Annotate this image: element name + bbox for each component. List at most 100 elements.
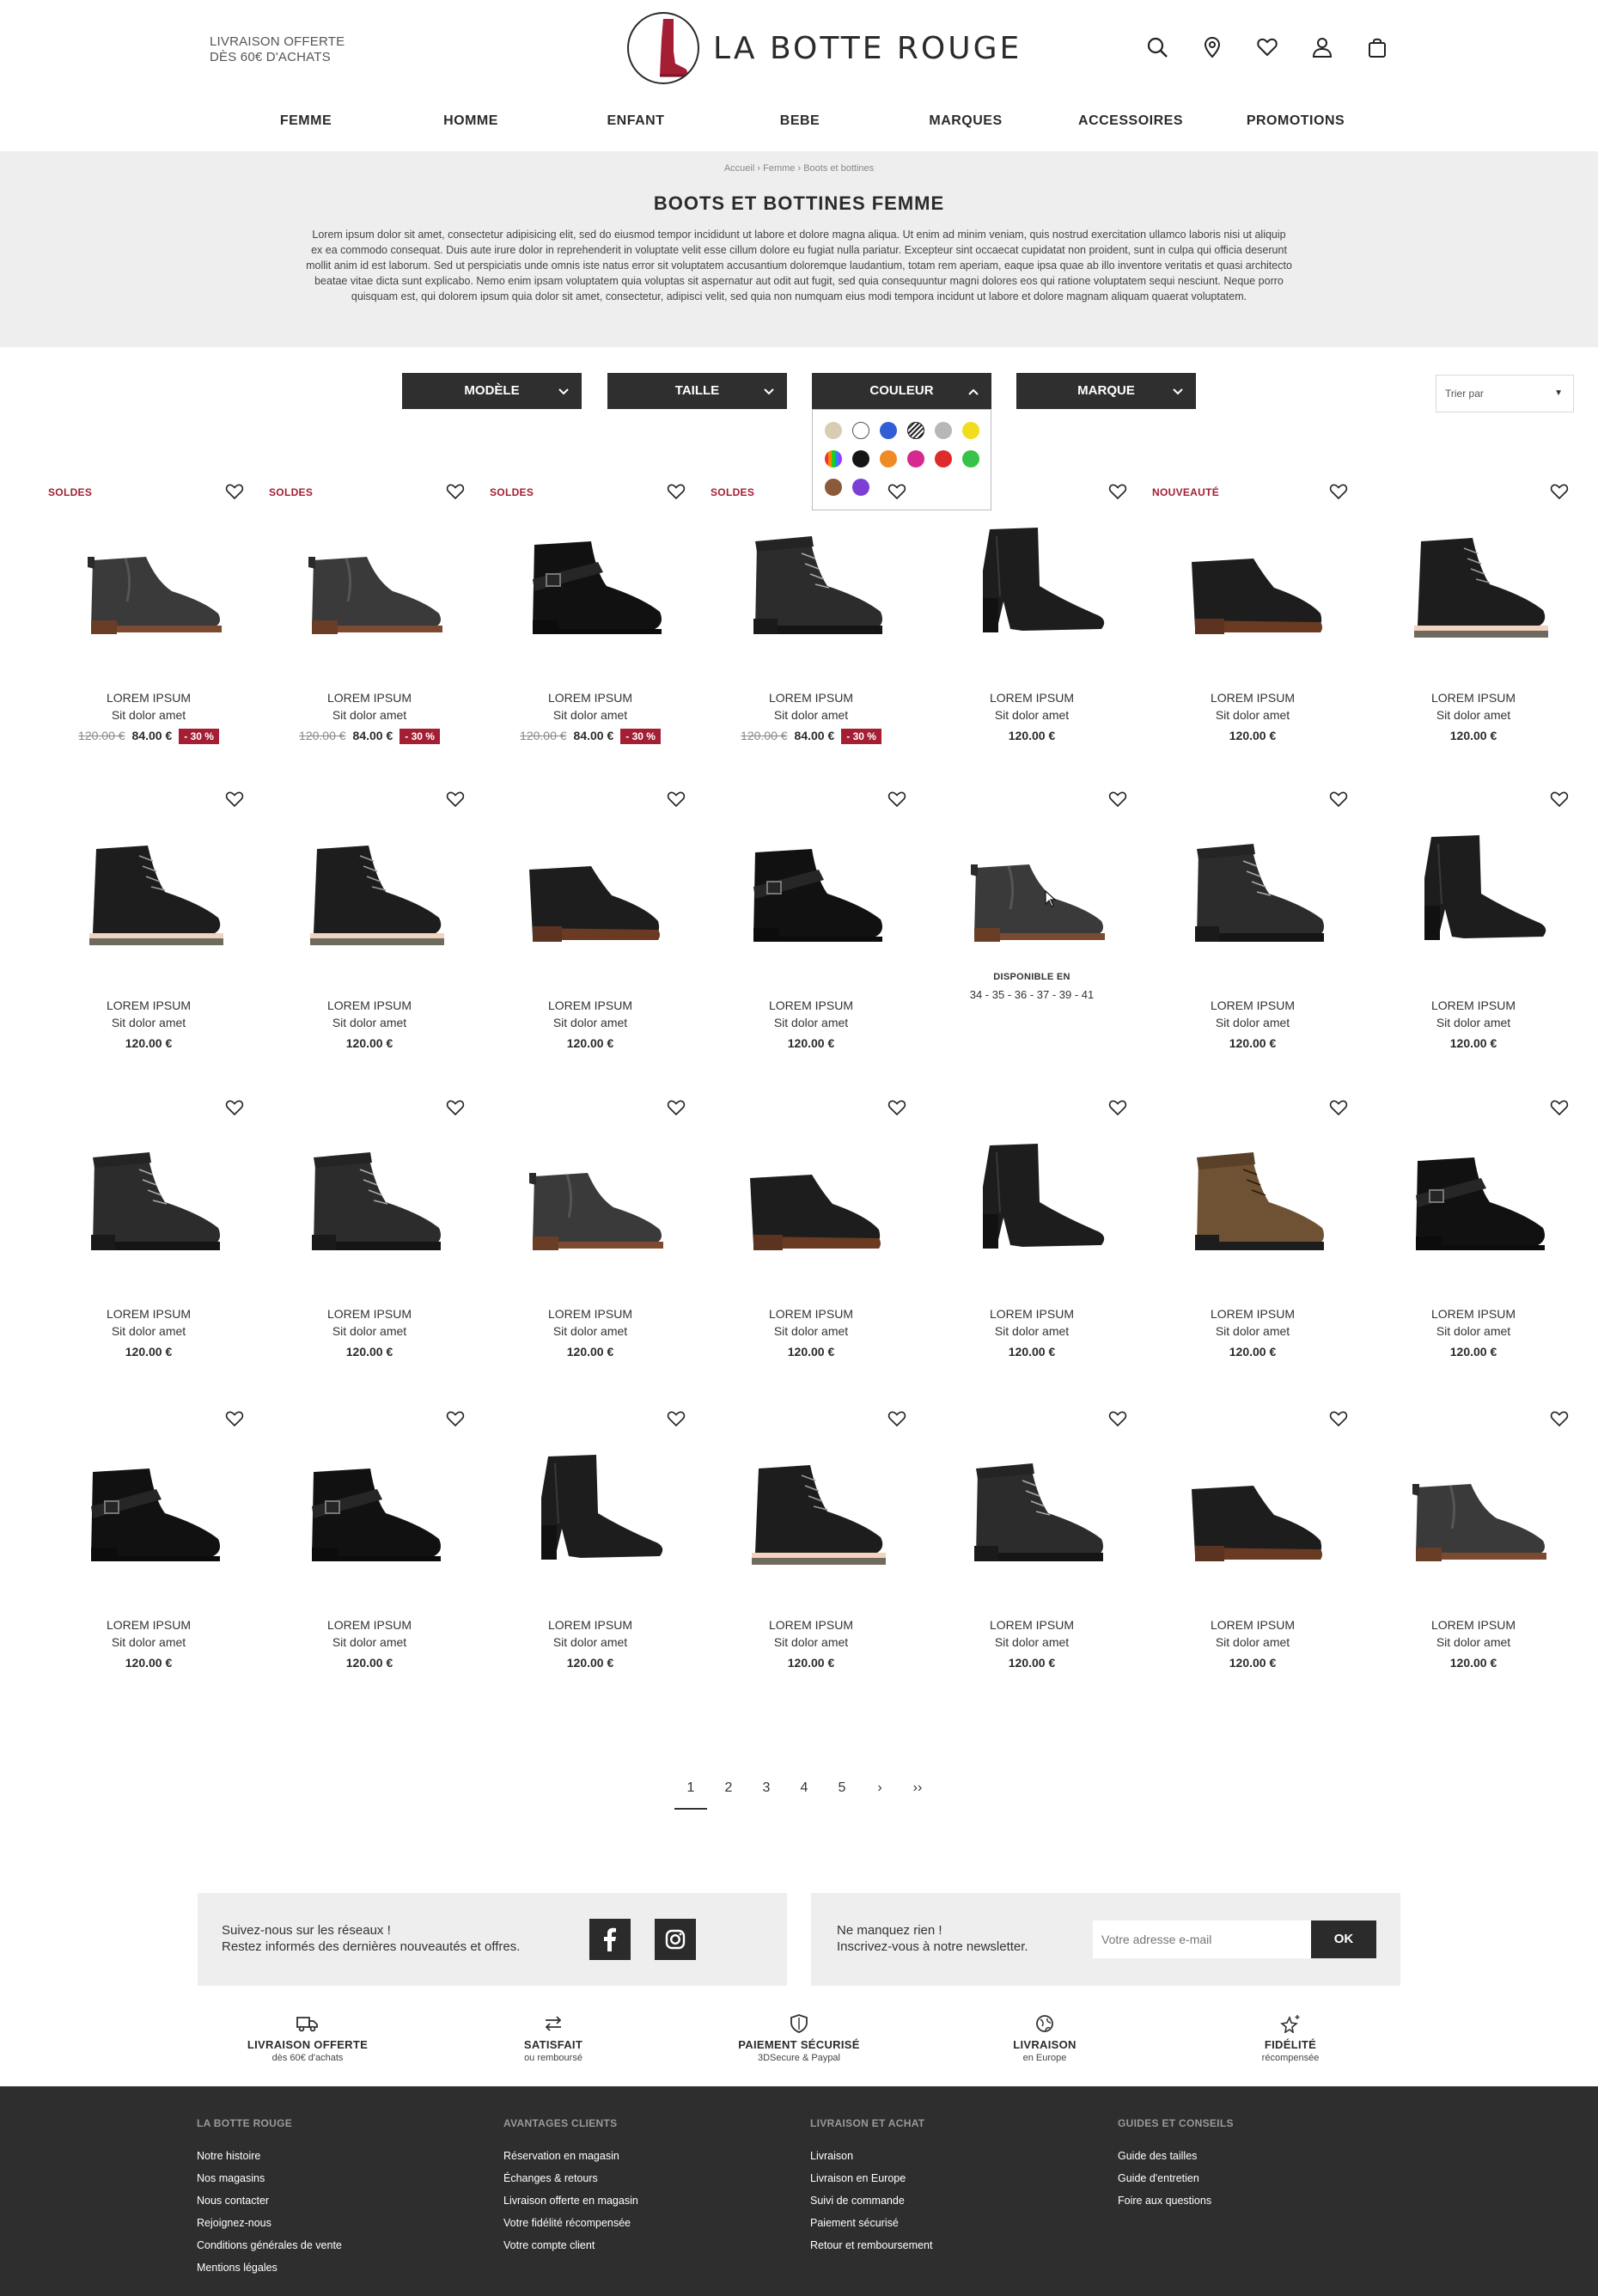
product-card[interactable]: LOREM IPSUM Sit dolor amet 120.00 € xyxy=(1366,483,1581,770)
product-image[interactable] xyxy=(936,519,1122,656)
wishlist-heart-icon[interactable] xyxy=(1329,1099,1348,1116)
wishlist-heart-icon[interactable] xyxy=(887,791,906,808)
footer-link[interactable]: Retour et remboursement xyxy=(810,2239,932,2262)
product-image[interactable] xyxy=(1157,1446,1343,1584)
wishlist-heart-icon[interactable] xyxy=(667,791,686,808)
product-card[interactable]: LOREM IPSUM Sit dolor amet 120.00 € xyxy=(704,791,918,1078)
color-swatch[interactable] xyxy=(907,422,924,439)
page-5[interactable]: 5 xyxy=(839,1780,846,1796)
wishlist-heart-icon[interactable] xyxy=(1108,1410,1127,1427)
footer-link[interactable]: Rejoignez-nous xyxy=(197,2217,342,2239)
product-card[interactable]: LOREM IPSUM Sit dolor amet 120.00 € xyxy=(41,1100,256,1386)
product-card[interactable]: LOREM IPSUM Sit dolor amet 120.00 € xyxy=(41,791,256,1078)
product-image[interactable] xyxy=(936,827,1122,964)
breadcrumb-home[interactable]: Accueil xyxy=(724,163,754,174)
product-card[interactable]: LOREM IPSUM Sit dolor amet 120.00 € xyxy=(41,1411,256,1697)
product-card[interactable]: LOREM IPSUM Sit dolor amet 120.00 € xyxy=(262,1411,477,1697)
newsletter-submit-button[interactable]: OK xyxy=(1311,1920,1376,1958)
footer-link[interactable]: Votre compte client xyxy=(503,2239,638,2262)
product-card[interactable]: LOREM IPSUM Sit dolor amet 120.00 € xyxy=(262,1100,477,1386)
wishlist-heart-icon[interactable] xyxy=(1108,483,1127,500)
search-icon[interactable] xyxy=(1146,36,1168,58)
product-card[interactable]: DISPONIBLE EN 34 - 35 - 36 - 37 - 39 - 41 xyxy=(924,791,1139,1078)
product-image[interactable] xyxy=(1157,827,1343,964)
wishlist-heart-icon[interactable] xyxy=(887,1099,906,1116)
breadcrumb-femme[interactable]: Femme xyxy=(763,163,795,174)
nav-promotions[interactable]: PROMOTIONS xyxy=(1247,113,1345,129)
product-image[interactable] xyxy=(495,1135,680,1273)
color-swatch[interactable] xyxy=(880,450,897,467)
footer-link[interactable]: Livraison xyxy=(810,2150,932,2172)
wishlist-heart-icon[interactable] xyxy=(225,791,244,808)
wishlist-heart-icon[interactable] xyxy=(1329,1410,1348,1427)
wishlist-heart-icon[interactable] xyxy=(1329,791,1348,808)
nav-marques[interactable]: MARQUES xyxy=(929,113,1002,129)
last-page-button[interactable]: ›› xyxy=(913,1780,923,1796)
product-image[interactable] xyxy=(274,519,460,656)
product-image[interactable] xyxy=(1378,519,1564,656)
product-image[interactable] xyxy=(274,1135,460,1273)
instagram-button[interactable] xyxy=(655,1919,696,1960)
nav-accessoires[interactable]: ACCESSOIRES xyxy=(1078,113,1183,129)
product-card[interactable]: LOREM IPSUM Sit dolor amet 120.00 € xyxy=(924,1100,1139,1386)
product-image[interactable] xyxy=(1157,519,1343,656)
footer-link[interactable]: Livraison en Europe xyxy=(810,2172,932,2195)
product-card[interactable]: LOREM IPSUM Sit dolor amet 120.00 € xyxy=(483,1099,698,1386)
page-3[interactable]: 3 xyxy=(763,1780,771,1796)
wishlist-heart-icon[interactable] xyxy=(1550,1099,1569,1116)
product-card[interactable]: LOREM IPSUM Sit dolor amet 120.00 € xyxy=(1366,1099,1581,1386)
color-swatch[interactable] xyxy=(880,422,897,439)
product-image[interactable] xyxy=(1157,1135,1343,1273)
wishlist-heart-icon[interactable] xyxy=(1550,483,1569,500)
page-4[interactable]: 4 xyxy=(801,1780,808,1796)
footer-link[interactable]: Paiement sécurisé xyxy=(810,2217,932,2239)
product-image[interactable] xyxy=(53,1446,239,1584)
product-image[interactable] xyxy=(495,1446,680,1584)
wishlist-heart-icon[interactable] xyxy=(667,1099,686,1116)
wishlist-heart-icon[interactable] xyxy=(1550,1410,1569,1427)
product-card[interactable]: SOLDES LOREM IPSUM Sit dolor amet 120.00 €… xyxy=(704,484,918,770)
facebook-button[interactable] xyxy=(589,1919,631,1960)
product-card[interactable]: LOREM IPSUM Sit dolor amet 120.00 € xyxy=(1145,791,1360,1078)
product-image[interactable] xyxy=(1378,827,1564,964)
location-pin-icon[interactable] xyxy=(1201,36,1223,58)
color-swatch[interactable] xyxy=(907,450,924,467)
footer-link[interactable]: Échanges & retours xyxy=(503,2172,638,2195)
product-image[interactable] xyxy=(53,519,239,656)
wishlist-heart-icon[interactable] xyxy=(225,1410,244,1427)
product-card[interactable]: LOREM IPSUM Sit dolor amet 120.00 € xyxy=(1366,791,1581,1078)
footer-link[interactable]: Notre histoire xyxy=(197,2150,342,2172)
color-swatch[interactable] xyxy=(962,422,979,439)
product-image[interactable] xyxy=(716,827,901,964)
filter-model-dropdown[interactable]: MODÈLE xyxy=(402,373,582,409)
product-card[interactable]: LOREM IPSUM Sit dolor amet 120.00 € xyxy=(1366,1411,1581,1697)
wishlist-heart-icon[interactable] xyxy=(446,1410,465,1427)
wishlist-heart-icon[interactable] xyxy=(667,1410,686,1427)
filter-size-dropdown[interactable]: TAILLE xyxy=(607,373,787,409)
footer-link[interactable]: Suivi de commande xyxy=(810,2195,932,2217)
filter-color-dropdown[interactable]: COULEUR xyxy=(812,373,991,409)
footer-link[interactable]: Livraison offerte en magasin xyxy=(503,2195,638,2217)
footer-link[interactable]: Conditions générales de vente xyxy=(197,2239,342,2262)
product-image[interactable] xyxy=(716,519,901,656)
footer-link[interactable]: Votre fidélité récompensée xyxy=(503,2217,638,2239)
product-image[interactable] xyxy=(936,1135,1122,1273)
product-card[interactable]: LOREM IPSUM Sit dolor amet 120.00 € xyxy=(262,791,477,1078)
filter-brand-dropdown[interactable]: MARQUE xyxy=(1016,373,1196,409)
product-image[interactable] xyxy=(495,519,680,656)
product-image[interactable] xyxy=(53,1135,239,1273)
site-logo[interactable]: LA BOTTE ROUGE xyxy=(627,12,1022,84)
product-card[interactable]: LOREM IPSUM Sit dolor amet 120.00 € xyxy=(924,1411,1139,1697)
product-card[interactable]: SOLDES LOREM IPSUM Sit dolor amet 120.00 €… xyxy=(483,483,698,770)
product-image[interactable] xyxy=(1378,1135,1564,1273)
product-card[interactable]: LOREM IPSUM Sit dolor amet 120.00 € xyxy=(1145,1099,1360,1386)
wishlist-heart-icon[interactable] xyxy=(1550,791,1569,808)
product-image[interactable] xyxy=(716,1446,901,1584)
wishlist-heart-icon[interactable] xyxy=(667,483,686,500)
product-image[interactable] xyxy=(274,1446,460,1584)
color-swatch[interactable] xyxy=(935,422,952,439)
footer-link[interactable]: Réservation en magasin xyxy=(503,2150,638,2172)
footer-link[interactable]: Nos magasins xyxy=(197,2172,342,2195)
newsletter-email-input[interactable] xyxy=(1093,1920,1311,1958)
product-image[interactable] xyxy=(274,827,460,964)
